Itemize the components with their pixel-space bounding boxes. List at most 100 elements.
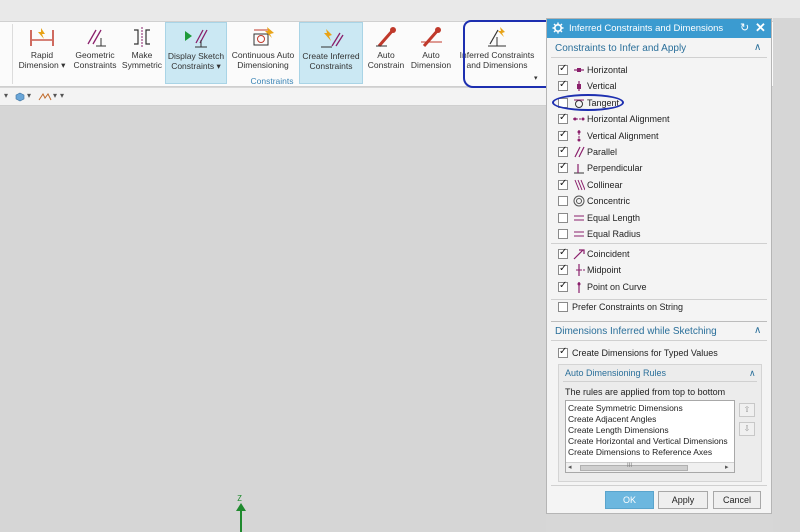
apply-button[interactable]: Apply bbox=[658, 491, 708, 509]
scroll-right-icon[interactable]: ▸ bbox=[725, 463, 729, 471]
list-item[interactable]: Create Symmetric Dimensions bbox=[568, 403, 683, 413]
gear-icon bbox=[552, 22, 564, 34]
midpoint-icon bbox=[576, 264, 585, 277]
equal-length-checkbox[interactable] bbox=[558, 212, 568, 223]
rules-description: The rules are applied from top to bottom bbox=[565, 387, 726, 397]
constraint-row-parallel[interactable]: Parallel bbox=[558, 145, 763, 159]
move-down-button[interactable]: ⇩ bbox=[739, 422, 755, 436]
constraints-section-heading[interactable]: Constraints to Infer and Apply bbox=[555, 43, 686, 54]
horizontal-checkbox[interactable] bbox=[558, 63, 568, 75]
prefer-constraints-checkbox[interactable] bbox=[558, 302, 568, 312]
auto-dimension-line1: Auto bbox=[422, 50, 440, 60]
geometric-constraints-icon bbox=[87, 29, 106, 47]
view-orient-icon[interactable] bbox=[38, 92, 52, 102]
concentric-icon bbox=[573, 195, 585, 207]
continuous-auto-dimensioning-button[interactable]: Continuous Auto Dimensioning bbox=[228, 22, 298, 84]
constraint-row-concentric[interactable]: Concentric bbox=[558, 194, 763, 208]
reset-icon[interactable]: ↻ bbox=[740, 21, 749, 34]
vertical-icon bbox=[577, 81, 581, 92]
vertical-alignment-checkbox[interactable] bbox=[558, 129, 568, 141]
toolbar-dropdown-4[interactable]: ▾ bbox=[60, 91, 64, 100]
list-item[interactable]: Create Length Dimensions bbox=[568, 425, 669, 435]
cancel-button[interactable]: Cancel bbox=[713, 491, 761, 509]
auto-dimensioning-rules-chevron-icon[interactable]: ∧ bbox=[749, 368, 756, 379]
continuous-auto-dimensioning-line2: Dimensioning bbox=[237, 60, 289, 70]
point-constraint-row-midpoint[interactable]: Midpoint bbox=[558, 263, 763, 277]
auto-dimension-button[interactable]: Auto Dimension bbox=[408, 22, 454, 84]
geometric-constraints-button[interactable]: Geometric Constraints bbox=[70, 22, 120, 84]
make-symmetric-icon bbox=[134, 27, 150, 47]
ok-button[interactable]: OK bbox=[605, 491, 654, 509]
scroll-left-icon[interactable]: ◂ bbox=[568, 463, 572, 471]
constraint-row-vertical[interactable]: Vertical bbox=[558, 79, 763, 93]
auto-constrain-button[interactable]: Auto Constrain bbox=[366, 22, 406, 84]
divider bbox=[551, 243, 767, 244]
divider bbox=[563, 381, 757, 382]
toolbar-dropdown-2[interactable]: ▾ bbox=[27, 91, 31, 100]
point-constraint-row-coincident[interactable]: Coincident bbox=[558, 247, 763, 261]
dimensions-section-heading[interactable]: Dimensions Inferred while Sketching bbox=[555, 326, 717, 337]
equal-length-icon bbox=[574, 215, 584, 221]
equal-radius-icon bbox=[574, 231, 584, 237]
constraint-row-equal-length[interactable]: Equal Length bbox=[558, 211, 763, 225]
display-sketch-constraints-button[interactable]: Display Sketch Constraints ▾ bbox=[165, 22, 227, 84]
scroll-thumb[interactable]: III bbox=[580, 463, 688, 471]
list-item[interactable]: Create Adjacent Angles bbox=[568, 414, 656, 424]
create-dimensions-checkbox[interactable] bbox=[558, 346, 568, 358]
horizontal-label: Horizontal bbox=[587, 65, 628, 75]
constraint-row-vertical-alignment[interactable]: Vertical Alignment bbox=[558, 129, 763, 143]
perpendicular-checkbox[interactable] bbox=[558, 161, 568, 174]
constraint-row-horizontal[interactable]: Horizontal bbox=[558, 63, 763, 77]
prefer-constraints-row[interactable]: Prefer Constraints on String bbox=[558, 300, 763, 314]
dimensions-section-chevron-icon[interactable]: ∧ bbox=[754, 325, 761, 336]
constraint-row-collinear[interactable]: Collinear bbox=[558, 178, 763, 192]
dialog-title: Inferred Constraints and Dimensions bbox=[569, 23, 724, 34]
toolbar-dropdown-3[interactable]: ▾ bbox=[53, 91, 57, 100]
cube-icon[interactable] bbox=[15, 92, 25, 102]
coincident-checkbox[interactable] bbox=[558, 247, 568, 259]
rules-listbox[interactable]: Create Symmetric Dimensions Create Adjac… bbox=[565, 400, 735, 473]
equal-length-label: Equal Length bbox=[587, 212, 641, 223]
divider bbox=[551, 485, 767, 486]
create-inferred-constraints-button[interactable]: Create Inferred Constraints bbox=[299, 22, 363, 84]
list-item[interactable]: Create Dimensions to Reference Axes bbox=[568, 447, 712, 457]
parallel-checkbox[interactable] bbox=[558, 145, 568, 157]
rapid-dimension-button[interactable]: Rapid Dimension ▾ bbox=[16, 22, 68, 84]
z-axis-label: Z bbox=[237, 494, 242, 503]
concentric-checkbox[interactable] bbox=[558, 196, 568, 207]
close-icon[interactable]: ✕ bbox=[755, 20, 766, 36]
horizontal-scrollbar[interactable]: ◂ III ▸ bbox=[566, 462, 734, 472]
auto-constrain-line2: Constrain bbox=[367, 60, 405, 70]
midpoint-checkbox[interactable] bbox=[558, 263, 568, 276]
collinear-label: Collinear bbox=[587, 179, 623, 190]
toolbar-dropdown-1[interactable]: ▾ bbox=[4, 91, 8, 100]
auto-dimension-icon bbox=[421, 27, 442, 47]
auto-dimensioning-rules-heading[interactable]: Auto Dimensioning Rules bbox=[565, 368, 666, 378]
make-symmetric-line2: Symmetric bbox=[121, 60, 163, 70]
point-constraint-row-point-on-curve[interactable]: Point on Curve bbox=[558, 280, 763, 294]
create-inferred-constraints-line2: Constraints bbox=[309, 61, 353, 71]
equal-radius-checkbox[interactable] bbox=[558, 229, 568, 239]
dialog-titlebar[interactable]: Inferred Constraints and Dimensions ↻ ✕ bbox=[547, 19, 771, 38]
create-dimensions-row[interactable]: Create Dimensions for Typed Values bbox=[558, 346, 763, 360]
geometric-constraints-line2: Constraints bbox=[73, 60, 117, 70]
annotation-box bbox=[463, 20, 548, 88]
midpoint-label: Midpoint bbox=[587, 265, 622, 276]
continuous-auto-dimensioning-icon bbox=[253, 27, 274, 46]
point-on-curve-icon bbox=[577, 281, 581, 293]
constraints-group-label: Constraints bbox=[250, 76, 294, 86]
constraint-row-horizontal-alignment[interactable]: Horizontal Alignment bbox=[558, 112, 763, 126]
collinear-checkbox[interactable] bbox=[558, 178, 568, 190]
constraints-section-chevron-icon[interactable]: ∧ bbox=[754, 42, 761, 53]
move-up-button[interactable]: ⇧ bbox=[739, 403, 755, 417]
list-item[interactable]: Create Horizontal and Vertical Dimension… bbox=[568, 436, 728, 446]
make-symmetric-button[interactable]: Make Symmetric bbox=[121, 22, 163, 84]
horizontal-alignment-checkbox[interactable] bbox=[558, 112, 568, 125]
vertical-checkbox[interactable] bbox=[558, 79, 568, 92]
point-on-curve-checkbox[interactable] bbox=[558, 280, 568, 292]
scroll-grip-icon: III bbox=[627, 463, 633, 469]
graphics-canvas[interactable] bbox=[0, 107, 546, 532]
parallel-icon bbox=[574, 146, 585, 158]
constraint-row-perpendicular[interactable]: Perpendicular bbox=[558, 161, 763, 175]
constraint-row-equal-radius[interactable]: Equal Radius bbox=[558, 227, 763, 241]
